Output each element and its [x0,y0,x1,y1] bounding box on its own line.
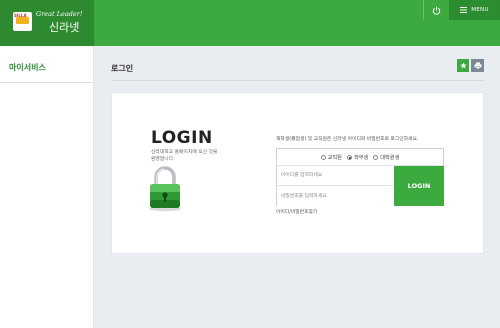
title-divider [111,80,484,81]
login-button[interactable]: LOGIN [394,166,444,206]
brand-block[interactable]: SILLA Great Leader! 신라넷 [0,0,94,46]
star-icon [459,62,467,69]
top-navigation-bar: SILLA Great Leader! 신라넷 MENU [0,0,500,46]
print-button[interactable] [471,59,484,72]
padlock-icon [149,166,181,212]
user-type-selector: 교직원 학부생 대학원생 [277,149,443,166]
hamburger-icon [460,7,468,13]
radio-grad-label: 대학원생 [380,154,400,161]
user-id-input[interactable] [277,166,394,186]
brand-name: 신라넷 [49,21,80,34]
brand-slogan: Great Leader! [36,10,83,18]
menu-label: MENU [471,7,489,13]
radio-grad-dot[interactable] [373,154,379,160]
password-input[interactable] [277,186,394,206]
radio-undergrad-dot[interactable] [346,154,352,160]
welcome-message: 신라대학교 홈페이지에 오신 것을 환영합니다. [151,150,218,162]
print-icon [474,62,481,69]
sidebar: 마이서비스 [0,46,94,328]
radio-staff[interactable]: 교직원 [320,154,342,161]
login-notice: 재학생(졸업생) 및 교직원은 신라넷 아이디와 비밀번호로 로그인하세요. [276,137,419,142]
menu-button[interactable]: MENU [449,0,500,20]
sidebar-title-my-service[interactable]: 마이서비스 [9,62,46,73]
login-form: 교직원 학부생 대학원생 LOGIN [276,148,444,206]
power-icon [432,6,441,15]
radio-staff-label: 교직원 [327,154,342,161]
find-id-password-link[interactable]: 아이디/비밀번호찾기 [276,208,317,215]
page-title: 로그인 [111,64,134,73]
sidebar-divider [0,82,94,83]
radio-staff-dot[interactable] [320,154,326,160]
radio-undergrad-label: 학부생 [353,154,369,161]
silla-logo: SILLA [13,12,32,31]
logout-button[interactable] [423,0,449,20]
radio-grad[interactable]: 대학원생 [373,154,399,161]
logo-text: SILLA [14,13,27,18]
favorite-button[interactable] [457,59,469,72]
login-heading: LOGIN [151,128,213,148]
radio-undergrad[interactable]: 학부생 [346,154,369,161]
